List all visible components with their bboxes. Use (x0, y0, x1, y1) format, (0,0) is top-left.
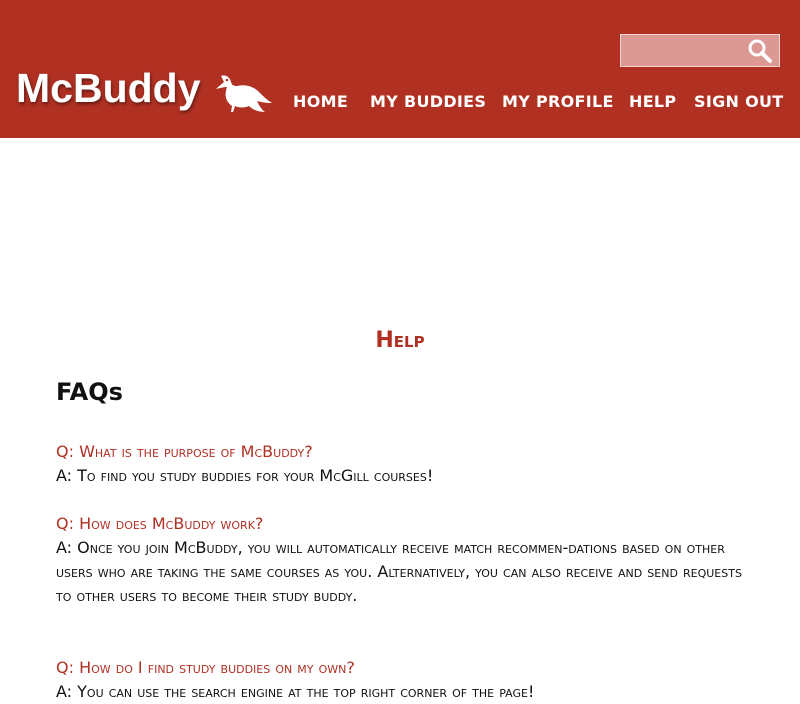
faq-answer: A: To find you study buddies for your Mc… (56, 466, 434, 485)
faq-question: Q: What is the purpose of McBuddy? (56, 442, 313, 461)
faq-item: Q: What is the purpose of McBuddy? A: To… (56, 440, 756, 488)
faq-question: Q: How do I find study buddies on my own… (56, 658, 355, 677)
faq-heading: FAQs (56, 378, 123, 406)
page-title: Help (375, 328, 425, 353)
nav-home[interactable]: HOME (293, 92, 348, 111)
search-input[interactable] (621, 35, 753, 66)
search-icon[interactable] (747, 38, 773, 64)
main-nav: HOME MY BUDDIES MY PROFILE HELP SIGN OUT (0, 92, 800, 112)
nav-my-profile[interactable]: MY PROFILE (502, 92, 614, 111)
faq-answer: A: Once you join McBuddy, you will autom… (56, 538, 742, 605)
nav-sign-out[interactable]: SIGN OUT (694, 92, 783, 111)
nav-my-buddies[interactable]: MY BUDDIES (370, 92, 486, 111)
faq-item: Q: How does McBuddy work? A: Once you jo… (56, 512, 756, 608)
nav-help[interactable]: HELP (629, 92, 676, 111)
search-box (620, 34, 780, 67)
faq-answer: A: You can use the search engine at the … (56, 682, 535, 701)
faq-question: Q: How does McBuddy work? (56, 514, 264, 533)
header: McBuddy HOME MY BUDDIES MY PROFILE HELP … (0, 0, 800, 138)
faq-item: Q: How do I find study buddies on my own… (56, 656, 756, 704)
